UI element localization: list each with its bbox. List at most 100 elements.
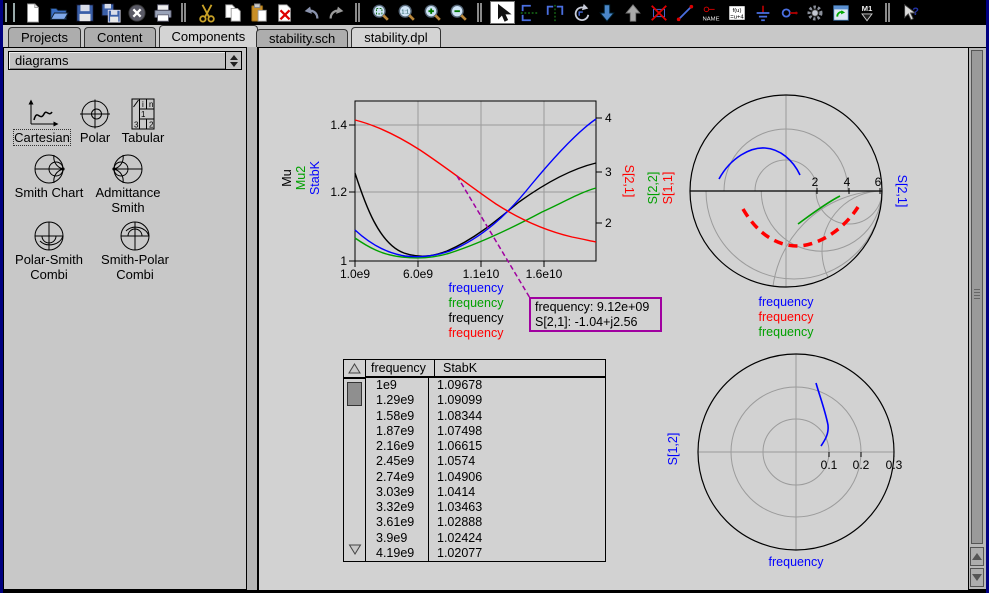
polar-smith-diagram-icon — [1, 220, 97, 252]
scrollbar-thumb[interactable] — [971, 50, 983, 544]
component-category-select[interactable]: diagrams — [8, 51, 242, 70]
palette-item-label: Admittance Smith — [80, 186, 176, 215]
table-cell-stabk: 1.04906 — [429, 470, 605, 485]
combo-spin-icon[interactable] — [225, 52, 241, 69]
smith-polar-diagram-icon — [87, 220, 183, 252]
table-cell-stabk: 1.07498 — [429, 424, 605, 439]
document-tab-stability.dpl[interactable]: stability.dpl — [351, 27, 440, 47]
toolbar-handle[interactable] — [5, 3, 15, 22]
combi-traces — [719, 148, 858, 246]
simulate-button[interactable] — [802, 1, 827, 24]
table-scroll-thumb[interactable] — [347, 382, 362, 406]
insert-equation-button[interactable]: f(u)=u+4 — [724, 1, 749, 24]
polar-diagram[interactable]: 0.1 0.2 0.3 S[1,2] frequency — [666, 354, 903, 569]
vertical-scrollbar[interactable] — [968, 47, 986, 590]
tabular-diagram-icon: in132 — [111, 98, 175, 130]
zoom-out-button[interactable] — [446, 1, 471, 24]
zoom-one-to-one-button[interactable]: 1:1 — [394, 1, 419, 24]
insert-wire-label-button[interactable]: NAME — [698, 1, 723, 24]
table-scroll-up-icon[interactable] — [344, 360, 365, 379]
print-button[interactable] — [150, 1, 175, 24]
svg-text:frequency: frequency — [759, 310, 815, 324]
svg-text:6.0e9: 6.0e9 — [403, 267, 433, 281]
whats-this-button[interactable]: ? — [898, 1, 923, 24]
save-file-button[interactable] — [72, 1, 97, 24]
panel-tab-projects[interactable]: Projects — [8, 27, 81, 47]
view-data-display-button[interactable] — [828, 1, 853, 24]
qucs-window: 1:1 NAMEf(u)=u+4 M1? ProjectsContentCompon… — [0, 0, 989, 593]
zoom-in-button[interactable] — [420, 1, 445, 24]
marker-box[interactable]: frequency: 9.12e+09 S[2,1]: -1.04+j2.56 — [529, 297, 662, 332]
table-cell-frequency: 4.19e9 — [366, 546, 429, 561]
save-all-icon — [101, 3, 121, 23]
save-all-button[interactable] — [98, 1, 123, 24]
cartesian-curves — [355, 119, 596, 258]
insert-port-icon — [779, 3, 799, 23]
table-cell-frequency: 2.16e9 — [366, 439, 429, 454]
table-cell-frequency: 3.9e9 — [366, 531, 429, 546]
table-scroll-down-icon[interactable] — [348, 544, 361, 558]
undo-button[interactable] — [298, 1, 323, 24]
palette-item-admittance-smith[interactable]: Admittance Smith — [80, 153, 176, 215]
table-row: 1.87e91.07498 — [366, 424, 605, 439]
palette-item-smith-polar[interactable]: Smith-Polar Combi — [87, 220, 183, 282]
paste-button[interactable] — [246, 1, 271, 24]
polar-tick-labels: 0.1 0.2 0.3 — [821, 458, 903, 472]
panel-tab-content[interactable]: Content — [84, 27, 156, 47]
insert-ground-button[interactable] — [750, 1, 775, 24]
palette-item-label: Tabular — [111, 131, 175, 146]
set-marker-button[interactable]: M1 — [854, 1, 879, 24]
palette-item-polar-smith[interactable]: Polar-Smith Combi — [1, 220, 97, 282]
cut-button[interactable] — [194, 1, 219, 24]
toolbar-separator — [355, 3, 357, 22]
rotate-button[interactable] — [568, 1, 593, 24]
mirror-about-y-button[interactable] — [542, 1, 567, 24]
marker-line2: S[2,1]: -1.04+j2.56 — [535, 315, 656, 330]
set-marker-icon: M1 — [857, 3, 877, 23]
polar-x-axis-label: frequency — [769, 555, 825, 569]
svg-text:S[2,1]: S[2,1] — [895, 175, 909, 208]
insert-wire-button[interactable] — [672, 1, 697, 24]
table-cell-stabk: 1.0414 — [429, 485, 605, 500]
redo-button[interactable] — [324, 1, 349, 24]
panel-splitter[interactable] — [246, 47, 258, 590]
delete-button[interactable] — [272, 1, 297, 24]
combi-axis-name-labels: S[2,2] S[1,1] S[2,1] — [646, 172, 909, 208]
select-button[interactable] — [490, 1, 515, 24]
scroll-up-button[interactable] — [970, 547, 984, 566]
tabular-diagram[interactable]: frequency StabK 1e91.096781.29e91.090991… — [343, 359, 606, 562]
insert-port-button[interactable] — [776, 1, 801, 24]
close-file-button[interactable] — [124, 1, 149, 24]
toolbar-separator — [477, 3, 479, 22]
table-cell-stabk: 1.06615 — [429, 439, 605, 454]
table-row: 2.16e91.06615 — [366, 439, 605, 454]
pop-out-of-subcircuit-icon — [623, 3, 643, 23]
combi-diagram[interactable]: 2 4 6 S[2,2] S[1,1] S[2,1] frequency fre… — [646, 95, 969, 411]
polar-axis-name-label: S[1,2] — [666, 433, 680, 466]
palette-item-cartesian[interactable]: Cartesian — [7, 98, 77, 146]
document-canvas[interactable]: 1 1.2 1.4 2 3 4 1.0e9 6.0e9 1.1e10 1.6e1… — [258, 47, 968, 590]
admittance-smith-diagram-icon — [80, 153, 176, 185]
svg-text:3: 3 — [605, 165, 612, 179]
pop-out-of-subcircuit-button[interactable] — [620, 1, 645, 24]
zoom-fit-button[interactable] — [368, 1, 393, 24]
document-tab-stability.sch[interactable]: stability.sch — [256, 29, 348, 47]
copy-button[interactable] — [220, 1, 245, 24]
zoom-in-icon — [423, 3, 443, 23]
table-row: 2.74e91.04906 — [366, 470, 605, 485]
panel-tab-components[interactable]: Components — [159, 25, 259, 47]
deactivate-button[interactable] — [646, 1, 671, 24]
svg-text:1: 1 — [340, 254, 347, 268]
palette-item-tabular[interactable]: in132Tabular — [111, 98, 175, 146]
open-file-button[interactable] — [46, 1, 71, 24]
toolbar-separator — [181, 3, 183, 22]
svg-text:1.4: 1.4 — [330, 118, 347, 132]
mirror-about-x-button[interactable] — [516, 1, 541, 24]
paste-icon — [249, 3, 269, 23]
scroll-down-button[interactable] — [970, 568, 984, 587]
new-file-button[interactable] — [20, 1, 45, 24]
whats-this-icon: ? — [901, 3, 921, 23]
table-row: 3.61e91.02888 — [366, 515, 605, 530]
polar-ticks — [829, 452, 894, 457]
push-into-subcircuit-button[interactable] — [594, 1, 619, 24]
